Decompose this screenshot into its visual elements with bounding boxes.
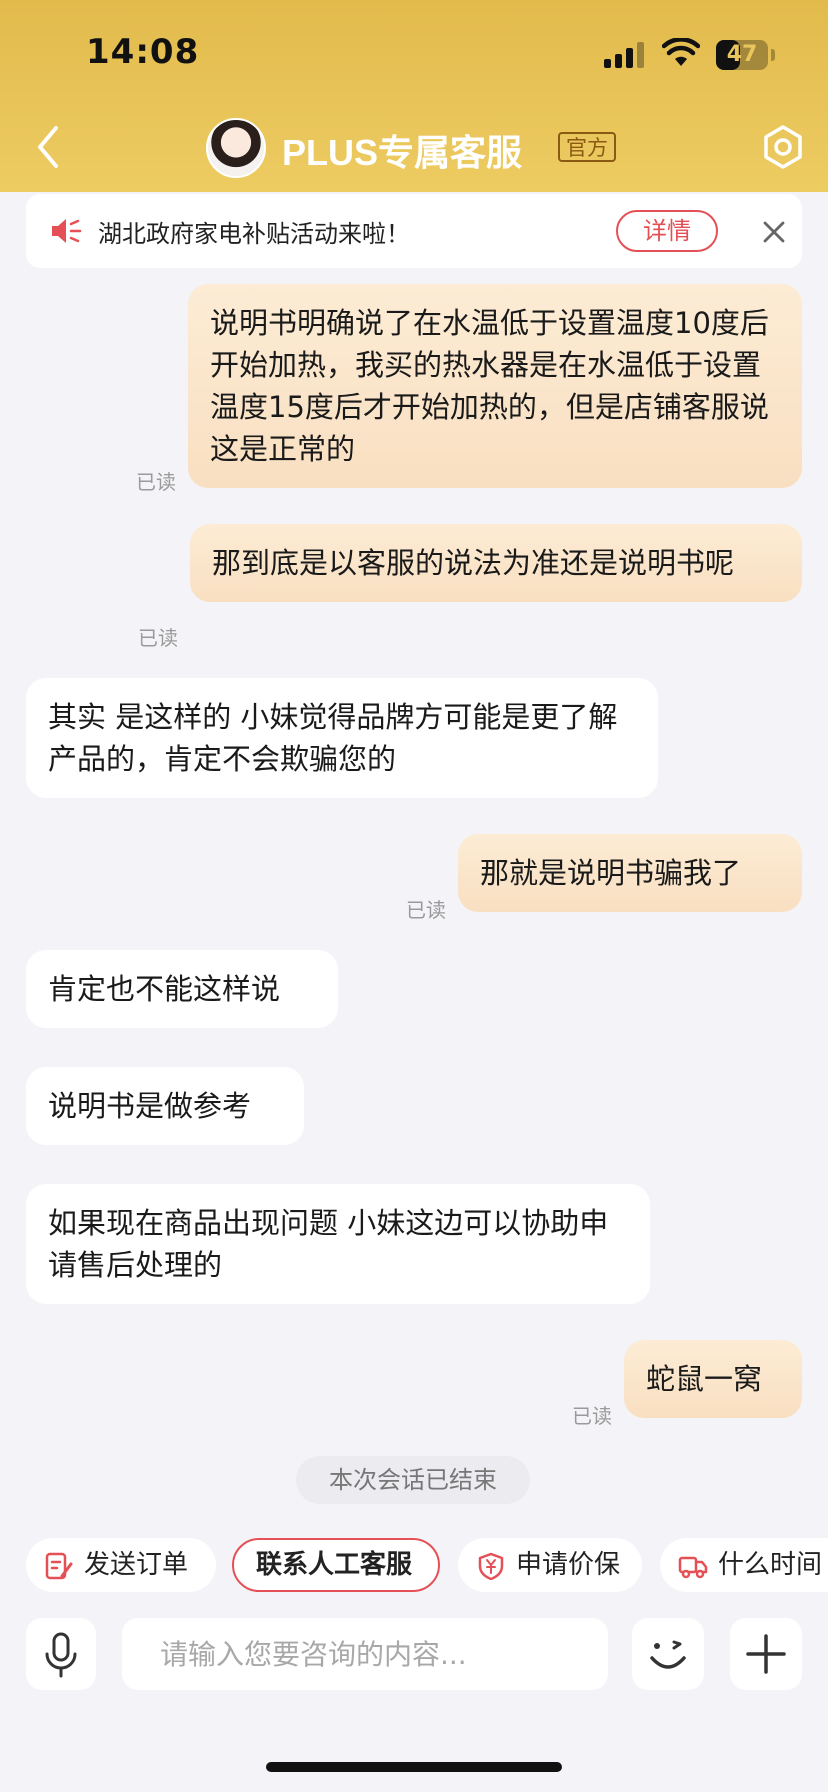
price-shield-icon <box>478 1552 504 1580</box>
speaker-icon <box>52 219 82 243</box>
notice-detail-button[interactable]: 详情 <box>616 210 718 252</box>
message-bubble-outgoing[interactable]: 那就是说明书骗我了 <box>458 834 802 912</box>
more-actions-button[interactable] <box>730 1618 802 1690</box>
agent-avatar[interactable] <box>206 118 266 178</box>
delivery-time-chip[interactable]: 什么时间 <box>660 1538 828 1592</box>
session-ended-label: 本次会话已结束 <box>296 1456 530 1504</box>
status-time: 14:08 <box>86 32 200 72</box>
back-button[interactable] <box>30 122 66 172</box>
message-bubble-incoming[interactable]: 肯定也不能这样说 <box>26 950 338 1028</box>
chip-label: 发送订单 <box>84 1550 189 1580</box>
plus-icon <box>746 1634 786 1674</box>
promo-notice: 湖北政府家电补贴活动来啦！ 详情 <box>26 194 802 268</box>
message-bubble-outgoing[interactable]: 蛇鼠一窝 <box>624 1340 802 1418</box>
message-bubble-outgoing[interactable]: 那到底是以客服的说法为准还是说明书呢 <box>190 524 802 602</box>
message-input[interactable] <box>122 1618 608 1690</box>
battery-icon: 47 <box>716 40 768 70</box>
chip-label: 联系人工客服 <box>256 1550 413 1580</box>
contact-human-agent-chip[interactable]: 联系人工客服 <box>232 1538 440 1592</box>
message-bubble-outgoing[interactable]: 说明书明确说了在水温低于设置温度10度后开始加热，我买的热水器是在水温低于设置温… <box>188 284 802 488</box>
home-indicator <box>266 1762 562 1772</box>
voice-input-button[interactable] <box>26 1618 96 1690</box>
wifi-icon <box>662 38 700 66</box>
notice-text: 湖北政府家电补贴活动来啦！ <box>98 220 410 248</box>
message-bubble-incoming[interactable]: 如果现在商品出现问题 小妹这边可以协助申请售后处理的 <box>26 1184 650 1304</box>
microphone-icon <box>45 1632 77 1678</box>
delivery-truck-icon <box>678 1556 708 1579</box>
chip-label: 什么时间 <box>718 1550 823 1580</box>
header-bar: 14:08 47 PLUS专属客服 官方 <box>0 0 828 192</box>
price-protection-chip[interactable]: 申请价保 <box>458 1538 642 1592</box>
official-badge: 官方 <box>558 132 616 162</box>
settings-button[interactable] <box>760 124 806 170</box>
chip-label: 申请价保 <box>516 1550 621 1580</box>
order-edit-icon <box>45 1552 73 1580</box>
emoji-button[interactable] <box>632 1618 704 1690</box>
chat-title: PLUS专属客服 <box>282 132 523 173</box>
emoji-wink-icon <box>650 1640 686 1669</box>
read-receipt: 已读 <box>136 470 176 494</box>
message-bubble-incoming[interactable]: 说明书是做参考 <box>26 1067 304 1145</box>
close-icon[interactable] <box>760 218 788 246</box>
cellular-signal-icon <box>604 42 646 68</box>
read-receipt: 已读 <box>138 626 178 650</box>
read-receipt: 已读 <box>406 898 446 922</box>
read-receipt: 已读 <box>572 1404 612 1428</box>
battery-percent: 47 <box>726 42 758 67</box>
message-bubble-incoming[interactable]: 其实 是这样的 小妹觉得品牌方可能是更了解产品的，肯定不会欺骗您的 <box>26 678 658 798</box>
battery-tip <box>771 49 775 61</box>
send-order-chip[interactable]: 发送订单 <box>26 1538 216 1592</box>
